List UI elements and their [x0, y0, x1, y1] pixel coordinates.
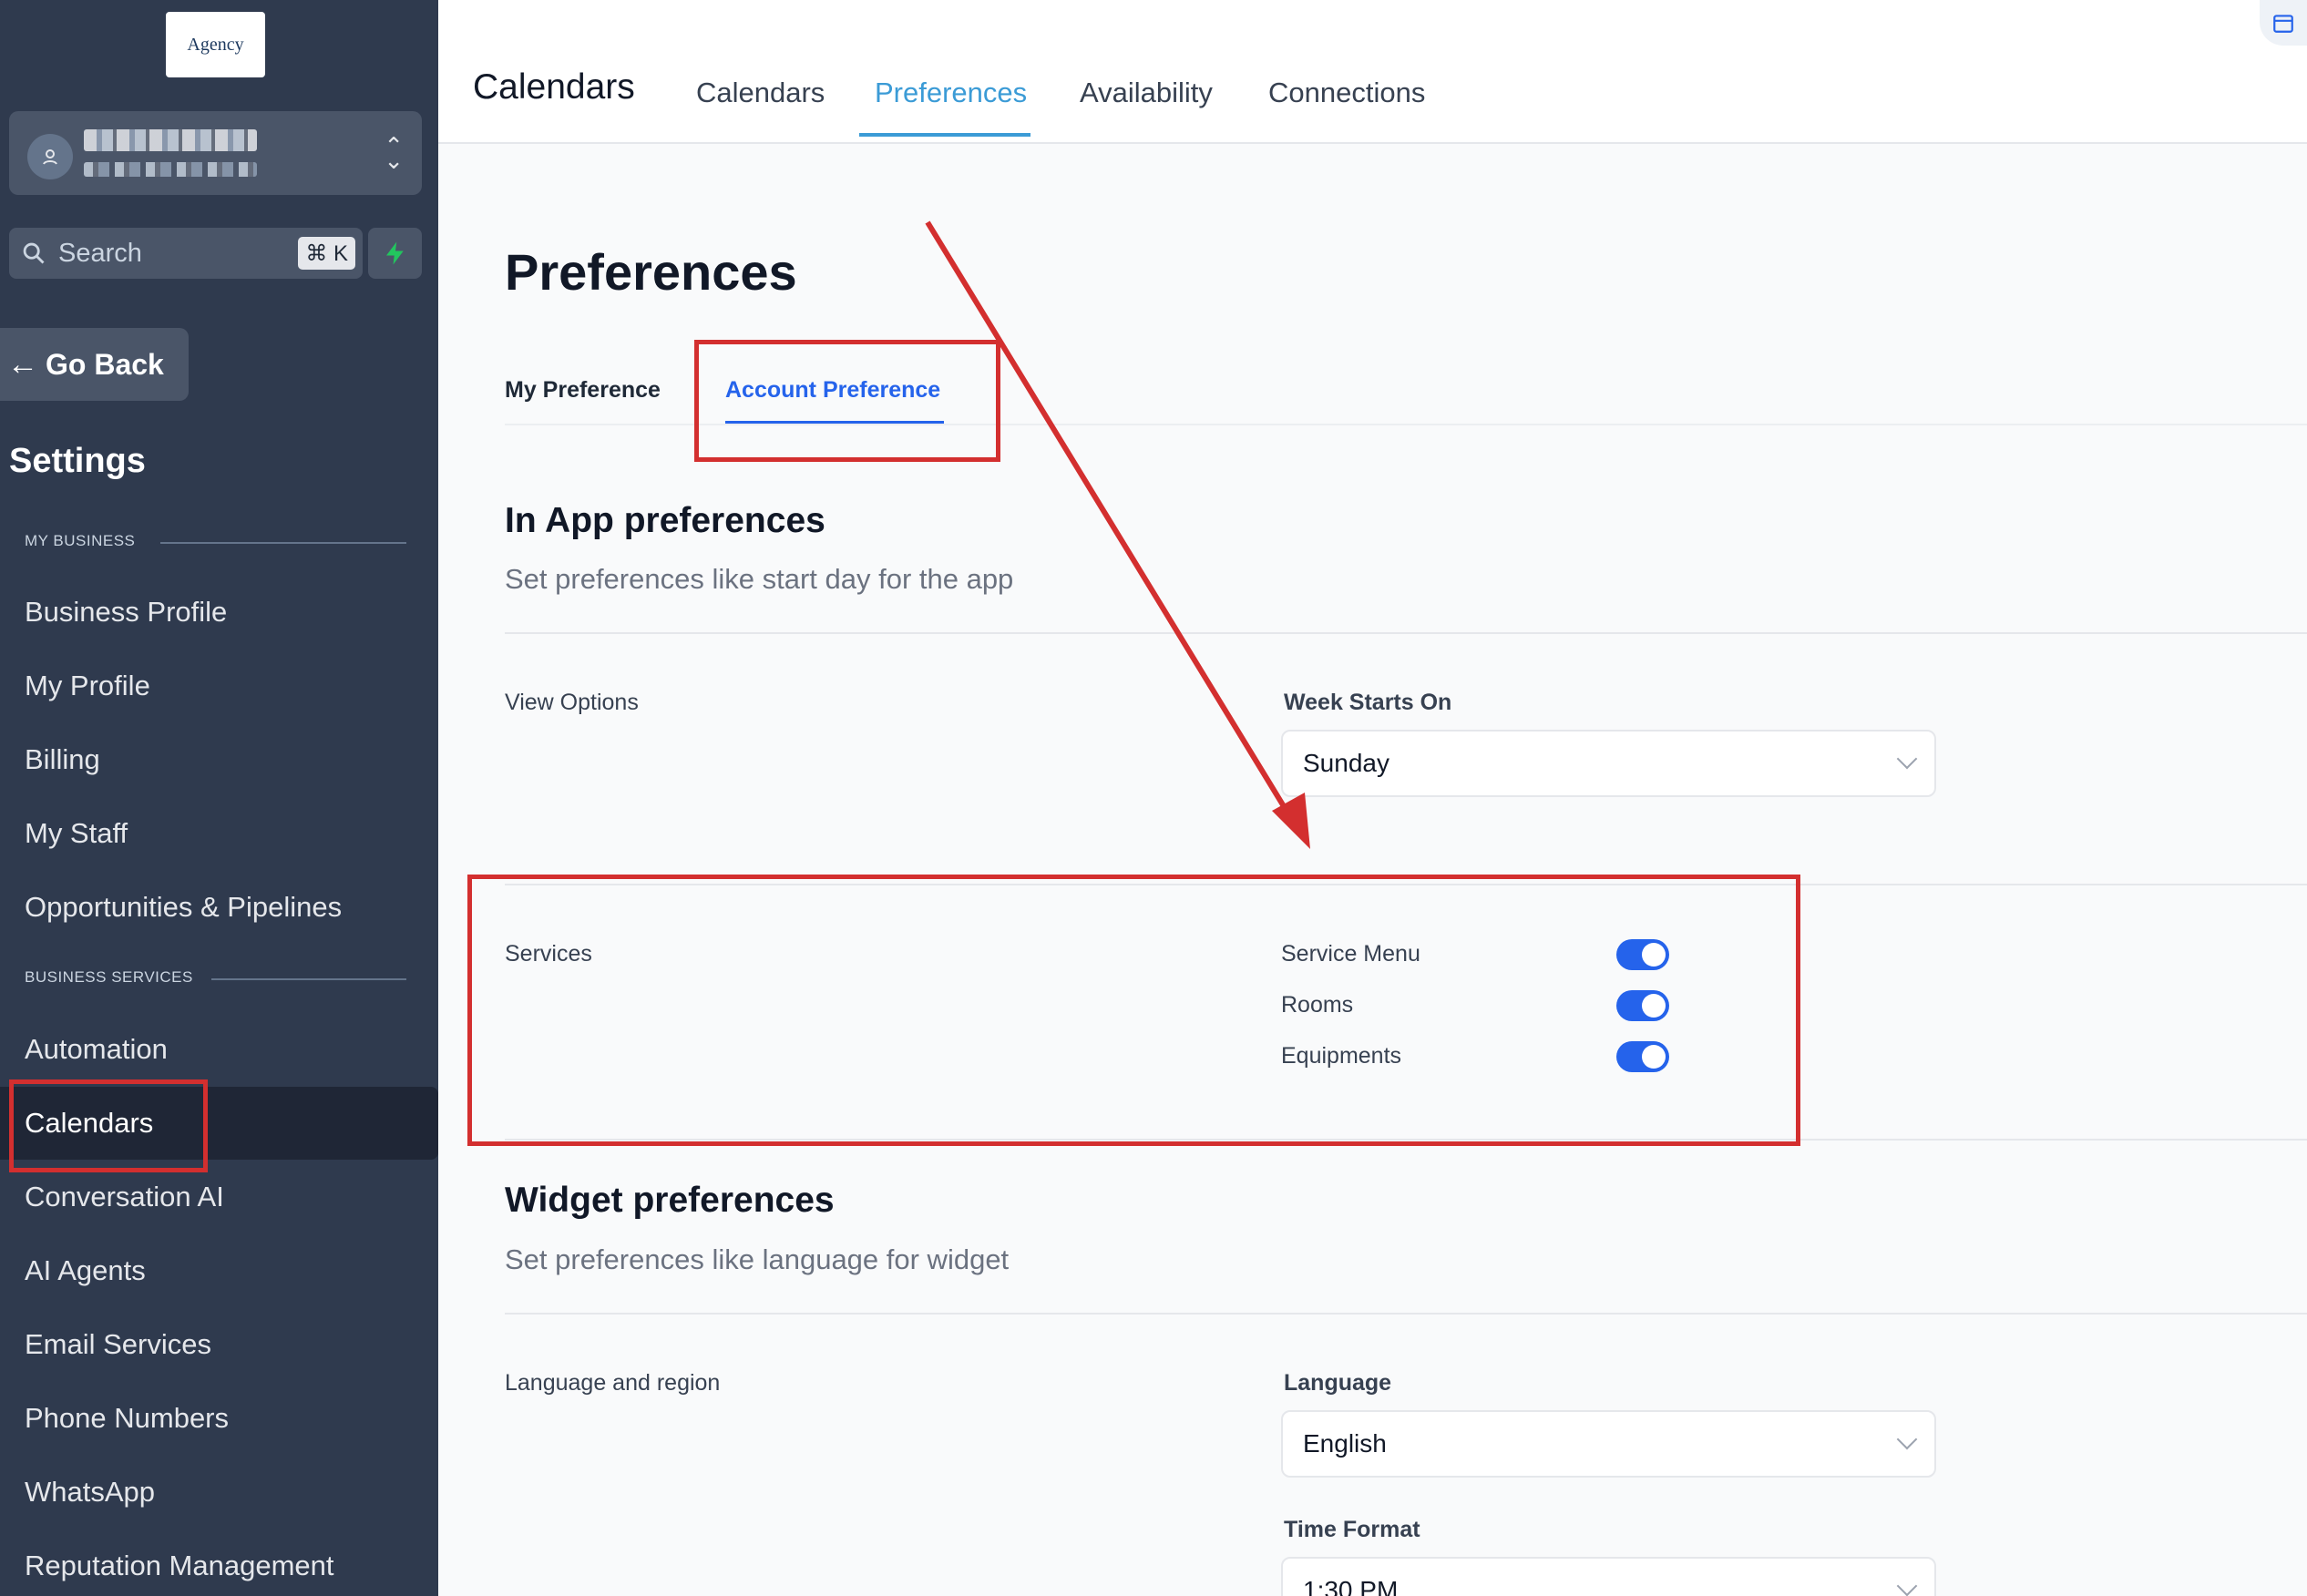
section-divider [211, 978, 406, 980]
sidebar-item-opportunities-pipelines[interactable]: Opportunities & Pipelines [0, 871, 438, 944]
section-divider [160, 542, 406, 544]
chevron-down-icon [1896, 748, 1918, 770]
sidebar-item-email-services[interactable]: Email Services [0, 1308, 438, 1381]
section-divider [505, 1139, 2307, 1141]
tab-account-preference[interactable]: Account Preference [725, 377, 940, 404]
language-select[interactable]: English [1281, 1410, 1936, 1478]
services-label: Services [505, 941, 592, 967]
sidebar-item-billing[interactable]: Billing [0, 723, 438, 796]
rooms-label: Rooms [1281, 992, 1354, 1018]
toggle-knob [1642, 994, 1666, 1018]
rooms-toggle[interactable] [1616, 990, 1669, 1021]
sidebar-item-label: Billing [25, 743, 100, 775]
tab-availability[interactable]: Availability [1080, 77, 1213, 109]
search-input[interactable]: Search ⌘ K [9, 228, 363, 279]
sidebar-item-label: Conversation AI [25, 1181, 224, 1212]
sidebar-item-label: AI Agents [25, 1254, 146, 1286]
section-label-business-services: BUSINESS SERVICES [25, 968, 193, 986]
sidebar-item-my-staff[interactable]: My Staff [0, 797, 438, 870]
time-format-label: Time Format [1284, 1517, 1420, 1542]
widget-preferences-description: Set preferences like language for widget [505, 1243, 1010, 1275]
sub-tab-divider [505, 424, 2307, 425]
logo-text: Agency [187, 34, 244, 55]
quick-action-button[interactable] [368, 228, 422, 279]
sidebar-item-phone-numbers[interactable]: Phone Numbers [0, 1382, 438, 1455]
time-format-value: 1:30 PM [1303, 1576, 1399, 1596]
toggle-knob [1642, 943, 1666, 967]
language-region-label: Language and region [505, 1370, 721, 1396]
service-menu-toggle[interactable] [1616, 939, 1669, 970]
section-label-my-business: MY BUSINESS [25, 532, 136, 549]
agency-logo[interactable]: Agency [166, 12, 265, 77]
search-placeholder: Search [58, 238, 142, 268]
sidebar-item-label: Phone Numbers [25, 1402, 230, 1434]
toggle-knob [1642, 1045, 1666, 1069]
week-starts-on-label: Week Starts On [1284, 690, 1452, 715]
highlight-box-services [467, 875, 1800, 1146]
section-divider [505, 632, 2307, 634]
tab-preferences[interactable]: Preferences [875, 77, 1027, 109]
go-back-label: Go Back [46, 347, 164, 381]
sidebar-item-calendars[interactable]: Calendars [0, 1087, 438, 1160]
tab-connections[interactable]: Connections [1268, 77, 1425, 109]
in-app-preferences-description: Set preferences like start day for the a… [505, 563, 1014, 595]
chevron-down-icon [1896, 1428, 1918, 1450]
top-header: Calendars Calendars Preferences Availabi… [438, 0, 2307, 144]
week-starts-on-select[interactable]: Sunday [1281, 730, 1936, 797]
tab-calendars[interactable]: Calendars [696, 77, 825, 109]
section-divider [505, 1313, 2307, 1315]
chevron-down-icon [1896, 1575, 1918, 1596]
chevron-up-down-icon: ⌃ ⌄ [384, 132, 404, 174]
language-label: Language [1284, 1370, 1392, 1396]
view-options-label: View Options [505, 690, 639, 715]
sidebar-item-label: My Staff [25, 817, 128, 849]
in-app-preferences-heading: In App preferences [505, 501, 825, 540]
equipments-label: Equipments [1281, 1043, 1402, 1069]
sidebar-item-label: Reputation Management [25, 1550, 334, 1581]
time-format-select[interactable]: 1:30 PM [1281, 1557, 1936, 1596]
active-sub-tab-indicator [725, 421, 944, 424]
account-address-redacted [84, 162, 257, 177]
sidebar-item-label: Automation [25, 1033, 168, 1065]
sidebar-item-label: My Profile [25, 670, 150, 701]
location-icon [27, 134, 73, 179]
tab-my-preference[interactable]: My Preference [505, 377, 661, 404]
preferences-heading: Preferences [505, 243, 797, 301]
account-name-redacted [84, 129, 257, 151]
week-starts-on-value: Sunday [1303, 749, 1389, 777]
sidebar: Agency ⌃ ⌄ Search ⌘ K ← Go Back Settings … [0, 0, 438, 1596]
sidebar-item-label: WhatsApp [25, 1476, 156, 1508]
sidebar-item-ai-agents[interactable]: AI Agents [0, 1234, 438, 1307]
account-switcher[interactable]: ⌃ ⌄ [9, 111, 422, 195]
go-back-button[interactable]: ← Go Back [0, 328, 189, 401]
language-value: English [1303, 1429, 1387, 1458]
bolt-icon [385, 241, 404, 265]
section-divider [505, 884, 2307, 885]
active-tab-indicator [859, 133, 1030, 137]
equipments-toggle[interactable] [1616, 1041, 1669, 1072]
sidebar-item-label: Email Services [25, 1328, 211, 1360]
sidebar-item-automation[interactable]: Automation [0, 1013, 438, 1086]
sidebar-item-whatsapp[interactable]: WhatsApp [0, 1456, 438, 1529]
arrow-left-icon: ← [7, 346, 38, 382]
sidebar-item-label: Business Profile [25, 596, 228, 628]
calendar-icon[interactable] [2260, 0, 2307, 46]
search-shortcut: ⌘ K [298, 237, 355, 270]
settings-title: Settings [9, 442, 146, 480]
sidebar-item-conversation-ai[interactable]: Conversation AI [0, 1161, 438, 1233]
widget-preferences-heading: Widget preferences [505, 1181, 835, 1220]
search-icon [20, 240, 47, 267]
service-menu-label: Service Menu [1281, 941, 1420, 967]
page-title: Calendars [473, 67, 635, 107]
sidebar-item-label: Calendars [25, 1107, 154, 1139]
sidebar-item-label: Opportunities & Pipelines [25, 891, 343, 923]
sidebar-item-reputation-management[interactable]: Reputation Management [0, 1530, 438, 1596]
sidebar-item-my-profile[interactable]: My Profile [0, 650, 438, 722]
sidebar-item-business-profile[interactable]: Business Profile [0, 576, 438, 649]
